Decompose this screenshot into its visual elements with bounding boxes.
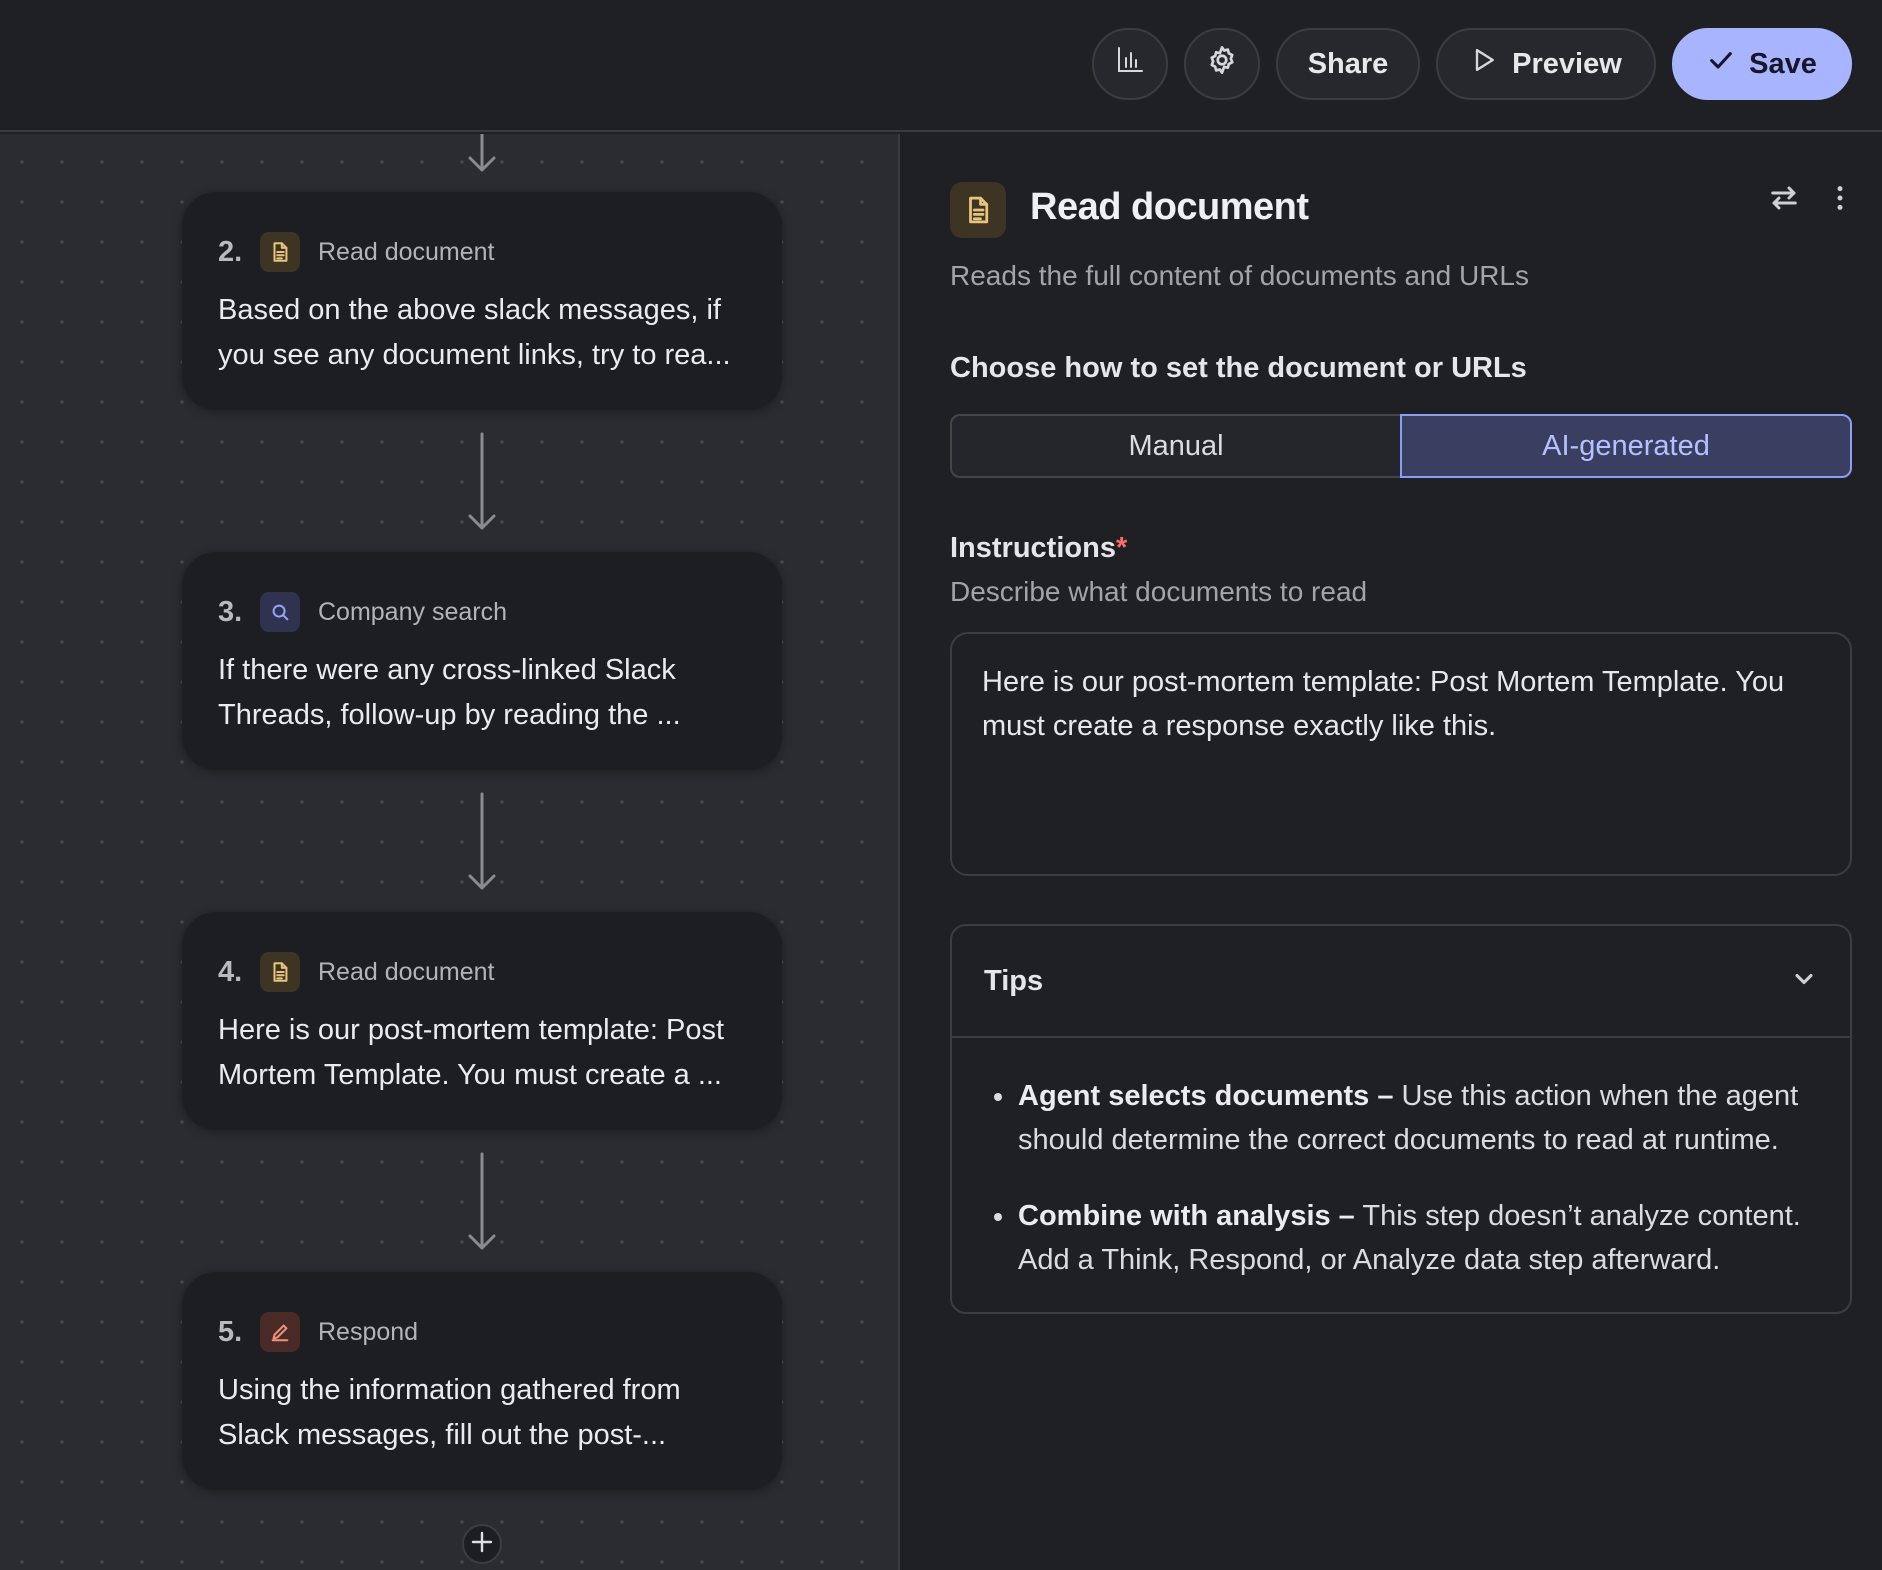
tip-item: Combine with analysis – This step doesn’… (992, 1194, 1810, 1282)
tips-header[interactable]: Tips (952, 926, 1850, 1038)
more-vertical-icon (1825, 183, 1855, 218)
step-number: 4. (218, 955, 243, 988)
document-icon (260, 232, 300, 272)
mode-ai-generated-option[interactable]: AI-generated (1400, 414, 1852, 478)
step-text: If there were any cross-linked Slack Thr… (218, 654, 681, 731)
gear-icon (1206, 44, 1238, 84)
document-icon (260, 952, 300, 992)
panel-title: Read document (1030, 186, 1309, 228)
connector-arrow (466, 1152, 498, 1257)
tip-bold: Combine with analysis – (1018, 1200, 1355, 1232)
instructions-label-text: Instructions (950, 532, 1116, 564)
mode-toggle: Manual AI-generated (950, 414, 1852, 478)
step-type: Company search (318, 597, 507, 626)
top-toolbar: Share Preview Save (0, 0, 1882, 132)
required-marker: * (1115, 532, 1128, 564)
play-icon (1470, 46, 1498, 82)
step-type: Respond (318, 1317, 419, 1346)
workflow-step[interactable]: 4. Read document Here is our post-mortem… (182, 912, 782, 1130)
workflow-step[interactable]: 5. Respond Using the information gathere… (182, 1272, 782, 1490)
bar-chart-icon (1115, 45, 1145, 83)
check-icon (1707, 46, 1735, 82)
search-icon (260, 592, 300, 632)
step-type: Read document (318, 237, 495, 266)
preview-button[interactable]: Preview (1436, 28, 1656, 100)
step-number: 2. (218, 235, 243, 268)
step-text: Using the information gathered from Slac… (218, 1374, 681, 1451)
mode-label: Choose how to set the document or URLs (950, 352, 1527, 384)
analytics-button[interactable] (1092, 28, 1168, 100)
document-icon (950, 182, 1006, 238)
panel-description: Reads the full content of documents and … (950, 260, 1530, 291)
plus-icon (470, 1530, 494, 1559)
tip-item: Agent selects documents – Use this actio… (992, 1074, 1810, 1162)
instructions-label: Instructions* (950, 532, 1127, 565)
preview-label: Preview (1512, 47, 1622, 80)
workflow-canvas[interactable]: 2. Read document Based on the above slac… (0, 132, 900, 1570)
step-type: Read document (318, 957, 495, 986)
instructions-hint: Describe what documents to read (950, 576, 1368, 607)
instructions-field[interactable]: Here is our post-mortem template: Post M… (950, 632, 1852, 876)
tip-bold: Agent selects documents – (1018, 1080, 1394, 1112)
save-button[interactable]: Save (1672, 28, 1852, 100)
step-text: Here is our post-mortem template: Post M… (218, 1014, 725, 1091)
swap-icon (1769, 183, 1799, 218)
workflow-step[interactable]: 3. Company search If there were any cros… (182, 552, 782, 770)
connector-arrow (466, 132, 498, 179)
save-label: Save (1749, 47, 1817, 80)
connector-arrow (466, 432, 498, 537)
pen-icon (260, 1312, 300, 1352)
mode-manual-option[interactable]: Manual (950, 414, 1400, 478)
more-options-button[interactable] (1818, 178, 1862, 222)
connector-arrow (466, 792, 498, 897)
tips-title: Tips (984, 964, 1044, 997)
share-label: Share (1307, 47, 1389, 80)
swap-step-button[interactable] (1762, 178, 1806, 222)
chevron-down-icon[interactable] (1790, 965, 1818, 998)
step-config-panel: Read document Reads the full content of … (902, 134, 1882, 1570)
share-button[interactable]: Share (1276, 28, 1420, 100)
step-number: 3. (218, 595, 243, 628)
add-step-button[interactable] (462, 1524, 502, 1564)
step-number: 5. (218, 1315, 243, 1348)
settings-button[interactable] (1184, 28, 1260, 100)
tips-section: Tips Agent selects documents – Use this … (950, 924, 1852, 1314)
step-text: Based on the above slack messages, if yo… (218, 294, 731, 371)
tips-list: Agent selects documents – Use this actio… (952, 1038, 1850, 1282)
workflow-step[interactable]: 2. Read document Based on the above slac… (182, 192, 782, 410)
